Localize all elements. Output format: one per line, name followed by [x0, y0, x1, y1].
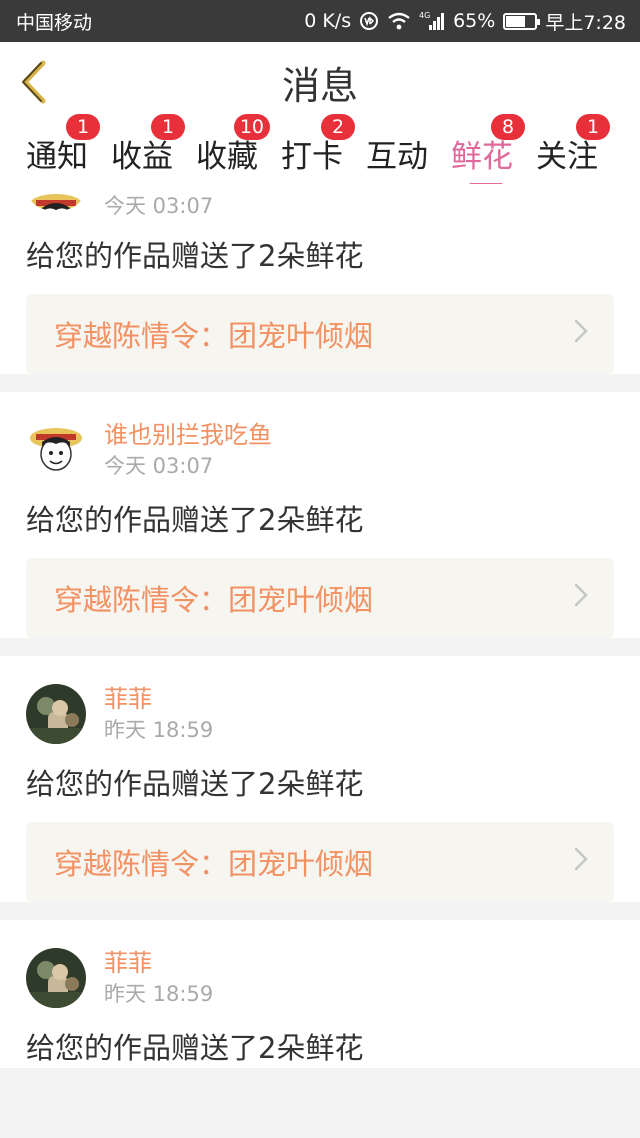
battery-icon: [503, 12, 541, 30]
feed-card: 菲菲昨天 18:59 给您的作品赠送了2朵鲜花穿越陈情令：团宠叶倾烟: [0, 656, 640, 902]
work-title: 穿越陈情令：团宠叶倾烟: [54, 319, 374, 353]
tab-2[interactable]: 收藏 10: [196, 114, 270, 184]
username[interactable]: 菲菲: [104, 684, 213, 714]
user-meta: 菲菲昨天 18:59: [104, 948, 213, 1010]
feed-card: 今天 03:07 给您的作品赠送了2朵鲜花穿越陈情令：团宠叶倾烟: [0, 184, 640, 374]
work-title: 穿越陈情令：团宠叶倾烟: [54, 847, 374, 881]
avatar[interactable]: [26, 186, 86, 210]
wifi-icon: [387, 12, 411, 30]
nav-header: 消息: [0, 42, 640, 122]
gift-message: 给您的作品赠送了2朵鲜花: [26, 1031, 364, 1065]
gift-message: 给您的作品赠送了2朵鲜花: [26, 503, 364, 537]
work-link[interactable]: 穿越陈情令：团宠叶倾烟: [26, 294, 614, 374]
avatar[interactable]: [26, 684, 86, 744]
feed-card: 谁也别拦我吃鱼今天 03:07 给您的作品赠送了2朵鲜花穿越陈情令：团宠叶倾烟: [0, 392, 640, 638]
unread-badge: 1: [151, 114, 185, 140]
card-header: 谁也别拦我吃鱼今天 03:07: [26, 392, 614, 492]
gift-message: 给您的作品赠送了2朵鲜花: [26, 767, 364, 801]
signal-icon: 4G: [419, 11, 445, 31]
work-title: 穿越陈情令：团宠叶倾烟: [54, 583, 374, 617]
work-link[interactable]: 穿越陈情令：团宠叶倾烟: [26, 822, 614, 902]
chevron-left-icon: [22, 60, 46, 104]
tab-5[interactable]: 鲜花 8: [451, 114, 525, 187]
battery-percent: 65%: [453, 10, 496, 32]
card-header: 今天 03:07: [26, 184, 614, 228]
tab-3[interactable]: 打卡 2: [281, 114, 355, 184]
network-type-label: 4G: [419, 11, 430, 20]
tab-6[interactable]: 关注 1: [536, 114, 610, 184]
unread-badge: 10: [233, 114, 270, 140]
chevron-right-icon: [574, 319, 588, 350]
chevron-right-icon: [574, 847, 588, 878]
user-meta: 谁也别拦我吃鱼今天 03:07: [104, 420, 272, 482]
card-header: 菲菲昨天 18:59: [26, 656, 614, 756]
timestamp: 昨天 18:59: [104, 718, 214, 742]
tab-4[interactable]: 互动: [366, 122, 428, 184]
chevron-right-icon: [574, 583, 588, 614]
timestamp: 昨天 18:59: [104, 982, 214, 1006]
timestamp: 今天 03:07: [104, 454, 214, 478]
avatar[interactable]: [26, 420, 86, 480]
unread-badge: 8: [491, 114, 525, 140]
tab-label: 互动: [366, 138, 428, 175]
message-tabs: 通知 1 收益 1 收藏 10 打卡 2 互动 鲜花 8 关注 1: [0, 114, 640, 187]
avatar[interactable]: [26, 948, 86, 1008]
hd-call-icon: [359, 11, 379, 31]
feed-card: 菲菲昨天 18:59 给您的作品赠送了2朵鲜花: [0, 920, 640, 1068]
card-header: 菲菲昨天 18:59: [26, 920, 614, 1020]
timestamp: 今天 03:07: [104, 194, 214, 218]
unread-badge: 1: [66, 114, 100, 140]
flower-feed: 今天 03:07 给您的作品赠送了2朵鲜花 穿越陈情令：团宠叶倾烟 谁也别拦我吃鱼 今天…: [0, 184, 640, 1138]
back-button[interactable]: [14, 56, 54, 108]
unread-badge: 1: [576, 114, 610, 140]
gift-message: 给您的作品赠送了2朵鲜花: [26, 239, 364, 273]
user-meta: 今天 03:07: [104, 190, 213, 222]
page-title: 消息: [281, 63, 358, 108]
user-meta: 菲菲昨天 18:59: [104, 684, 213, 746]
username[interactable]: 菲菲: [104, 948, 213, 978]
username[interactable]: 谁也别拦我吃鱼: [104, 420, 272, 450]
tab-0[interactable]: 通知 1: [26, 114, 100, 184]
network-speed: 0 K/s: [304, 10, 352, 32]
unread-badge: 2: [321, 114, 355, 140]
work-link[interactable]: 穿越陈情令：团宠叶倾烟: [26, 558, 614, 638]
clock: 早上7:28: [545, 11, 626, 34]
carrier-label: 中国移动: [16, 11, 93, 34]
tab-1[interactable]: 收益 1: [111, 114, 185, 184]
status-bar: 中国移动 0 K/s 4G 65% 早上7:28: [0, 0, 640, 42]
